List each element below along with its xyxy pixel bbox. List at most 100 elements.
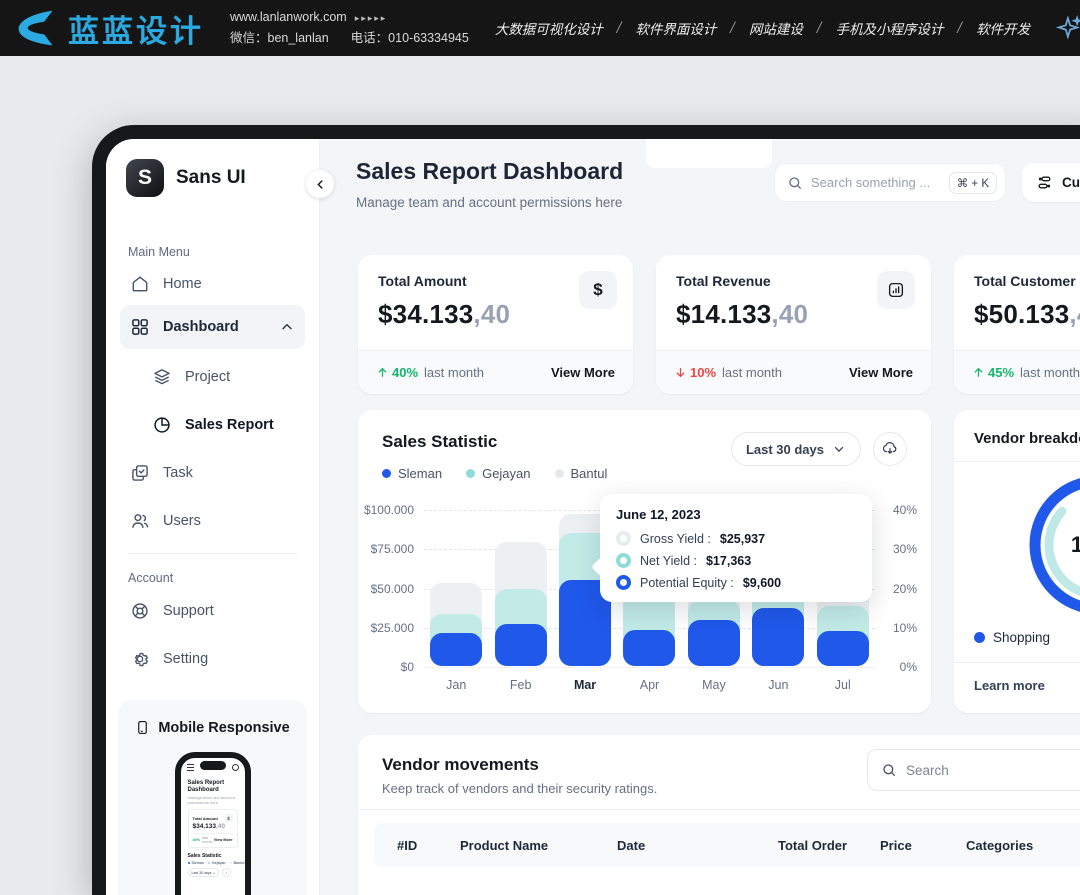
trend-note: last month: [722, 365, 843, 380]
sidebar-item-support[interactable]: Support: [120, 591, 305, 631]
users-icon: [130, 511, 150, 531]
banner-contact: www.lanlanwork.com▸▸▸▸▸ 微信：ben_lanlan 电话…: [230, 10, 469, 46]
bar-sleman: [752, 608, 804, 666]
column-header[interactable]: Categories: [966, 838, 1080, 853]
shortcut-badge: ⌘ + K: [949, 172, 997, 194]
tooltip-row: Gross Yield : $25,937: [616, 531, 856, 546]
banner-service-item[interactable]: 手机及小程序设计: [836, 18, 944, 38]
legend-item-bantul: Bantul: [555, 466, 608, 481]
banner-service-item[interactable]: 大数据可视化设计: [495, 18, 603, 38]
phone-stat-value: $34.133: [193, 823, 217, 830]
learn-more-link[interactable]: Learn more: [954, 662, 1080, 708]
view-more-link[interactable]: View More: [551, 365, 615, 380]
vendor-movements-title: Vendor movements: [382, 755, 539, 775]
sidebar-item-dashboard[interactable]: Dashboard: [120, 305, 305, 349]
column-header[interactable]: Total Order: [778, 838, 880, 853]
sidebar-collapse-button[interactable]: [306, 170, 334, 198]
x-axis: JanFebMarAprMayJunJul: [424, 678, 875, 696]
phone-download-icon: ↓: [222, 868, 231, 877]
sales-statistic-card: Sales Statistic SlemanGejayanBantul Last…: [358, 410, 931, 713]
device-frame: S Sans UI Main Menu Home Dashboard Proj: [92, 125, 1080, 895]
column-header[interactable]: #ID: [397, 838, 460, 853]
pie-chart-icon: [152, 415, 172, 435]
view-more-link[interactable]: View More: [849, 365, 913, 380]
y-tick-label: $0: [401, 660, 414, 674]
bar-sleman: [817, 631, 869, 666]
search-input[interactable]: [811, 175, 941, 190]
column-header[interactable]: Price: [880, 838, 966, 853]
range-select[interactable]: Last 30 days: [731, 432, 861, 466]
y-tick-label-right: 0%: [900, 660, 917, 674]
phone-trend-note: last month: [202, 836, 214, 844]
phone-page-title: Sales Report Dashboard: [188, 780, 238, 794]
home-icon: [130, 274, 150, 294]
arrows-decoration: ▸▸▸▸▸: [355, 13, 388, 23]
customize-button[interactable]: Customize: [1022, 163, 1080, 202]
y-axis-right: 40%30%20%10%0%: [879, 510, 917, 667]
legend-item-gejayan: Gejayan: [466, 466, 530, 481]
bar-group-feb[interactable]: [488, 509, 552, 666]
arrow-up-icon: [376, 366, 389, 379]
y-tick-label-right: 30%: [893, 542, 917, 556]
sidebar-item-users[interactable]: Users: [120, 501, 305, 541]
sidebar-item-label: Setting: [163, 651, 208, 667]
phone-trend: 40%: [193, 838, 201, 842]
main-menu-label: Main Menu: [128, 245, 190, 259]
y-tick-label: $50.000: [371, 582, 414, 596]
trend-down: 10%: [674, 365, 716, 380]
sidebar-item-home[interactable]: Home: [120, 264, 305, 304]
stat-decimal: ,40: [1069, 299, 1080, 329]
banner-logo[interactable]: 蓝蓝设计: [14, 6, 204, 51]
donut-chart: 100%: [1014, 460, 1080, 630]
sidebar-item-label: Project: [185, 369, 230, 385]
column-header[interactable]: Date: [617, 838, 778, 853]
page-subtitle: Manage team and account permissions here: [356, 195, 622, 210]
chevron-down-icon: [832, 442, 846, 456]
global-search[interactable]: ⌘ + K: [774, 163, 1006, 202]
phone-view-more: View More: [214, 838, 233, 842]
x-tick-label: Apr: [617, 678, 681, 692]
divider: [358, 809, 1080, 810]
y-tick-label: $25.000: [371, 621, 414, 635]
sidebar-item-task[interactable]: Task: [120, 453, 305, 493]
sidebar-item-sales-report[interactable]: Sales Report: [120, 405, 305, 445]
phone-notch: [200, 761, 226, 770]
phone-chart-legend: Sleman Gejayan Bantul: [188, 861, 238, 865]
bar-sleman: [623, 630, 675, 666]
download-button[interactable]: [873, 432, 907, 466]
cloud-download-icon: [881, 440, 899, 458]
banner-website[interactable]: www.lanlanwork.com: [230, 10, 347, 24]
search-icon: [881, 762, 897, 778]
sidebar-item-setting[interactable]: Setting: [120, 639, 305, 679]
sidebar-item-label: Support: [163, 603, 214, 619]
y-tick-label-right: 20%: [893, 582, 917, 596]
phone-stat-decimal: ,40: [216, 823, 225, 830]
banner-service-item[interactable]: 软件界面设计: [635, 18, 716, 38]
sidebar-item-project[interactable]: Project: [120, 357, 305, 397]
chart-title: Sales Statistic: [382, 432, 497, 452]
sliders-icon: [1036, 174, 1053, 191]
bar-group-jan[interactable]: [424, 509, 488, 666]
banner-service-item[interactable]: 软件开发: [976, 18, 1030, 38]
table-search[interactable]: [867, 749, 1080, 791]
banner-collect[interactable]: 灵感收集: [1056, 11, 1080, 46]
table-search-input[interactable]: [906, 763, 1080, 778]
banner-logo-text: 蓝蓝设计: [68, 6, 204, 51]
banner-wechat: 微信：ben_lanlan: [230, 27, 329, 46]
banner-service-item[interactable]: 网站建设: [749, 18, 803, 38]
lanlan-logo-icon: [14, 6, 58, 50]
stat-label: Total Amount: [378, 273, 613, 289]
phone-stat-label: Total Amount: [193, 816, 225, 821]
account-label: Account: [128, 571, 173, 585]
arrow-down-icon: [674, 366, 687, 379]
tooltip-row: Potential Equity : $9,600: [616, 575, 856, 590]
brand[interactable]: S Sans UI: [126, 159, 246, 197]
dashboard-grid-icon: [130, 317, 150, 337]
bar-sleman: [495, 624, 547, 666]
phone-page-subtitle: Manage team and account permissions here: [188, 795, 238, 805]
sparkle-icon: [1056, 15, 1080, 41]
layers-icon: [152, 367, 172, 387]
column-header[interactable]: Product Name: [460, 838, 617, 853]
chevron-up-icon: [279, 319, 295, 335]
customize-label: Customize: [1062, 175, 1080, 190]
